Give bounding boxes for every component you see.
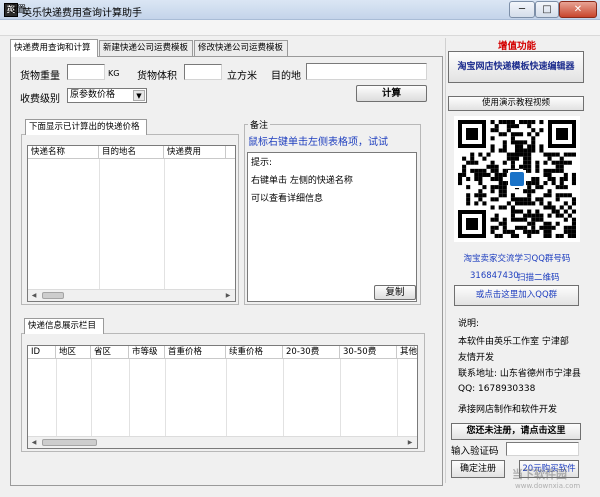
service-text: 承接网店制作和软件开发 bbox=[458, 405, 558, 415]
about-title: 说明: bbox=[458, 319, 480, 329]
watermark-text: 当下软件园 bbox=[512, 468, 567, 481]
about-line: 本软件由英乐工作室 宁津部 bbox=[458, 337, 569, 347]
results-grid-header: 快递名称 目的地名 快递费用 bbox=[28, 146, 235, 159]
note-line: 可以查看详细信息 bbox=[251, 194, 324, 204]
qq-group-number: 316847430 bbox=[470, 271, 519, 281]
menu-settings[interactable]: 设置 bbox=[8, 2, 26, 15]
tab-edit-template[interactable]: 修改快递公司运费模板 bbox=[194, 40, 288, 57]
column-header[interactable]: ID bbox=[28, 346, 56, 359]
info-grid-header: ID 地区 省区 市等级 首重价格 续重价格 20-30费 30-50费 其他 bbox=[28, 346, 417, 359]
contact-qq: QQ: 1678930338 bbox=[458, 384, 536, 394]
qq-group-label: 淘宝卖家交流学习QQ群号码 bbox=[463, 254, 571, 264]
volume-unit: 立方米 bbox=[227, 71, 257, 82]
scroll-thumb[interactable] bbox=[42, 292, 64, 299]
menu-bar bbox=[0, 20, 600, 36]
destination-input[interactable] bbox=[306, 63, 427, 80]
column-header[interactable]: 市等级 bbox=[129, 346, 165, 359]
fee-level-label: 收费级别 bbox=[20, 94, 60, 105]
info-grid[interactable]: ID 地区 省区 市等级 首重价格 续重价格 20-30费 30-50费 其他 … bbox=[27, 345, 418, 449]
column-header[interactable]: 快递名称 bbox=[28, 146, 99, 159]
contact-address: 联系地址: 山东省德州市宁津县 bbox=[458, 369, 581, 379]
column-header[interactable]: 30-50费 bbox=[340, 346, 397, 359]
scroll-left-icon[interactable]: ◀ bbox=[28, 438, 40, 448]
column-header[interactable]: 目的地名 bbox=[99, 146, 164, 159]
register-notice-button[interactable]: 您还未注册，请点击这里 bbox=[451, 423, 581, 440]
note-line: 提示: bbox=[251, 158, 273, 168]
about-line: 友情开发 bbox=[458, 353, 495, 363]
column-header[interactable]: 首重价格 bbox=[165, 346, 226, 359]
note-hint: 鼠标右键单击左侧表格项，试试 bbox=[248, 137, 388, 148]
scroll-right-icon[interactable]: ▶ bbox=[404, 438, 416, 448]
weight-unit: KG bbox=[108, 69, 120, 78]
watermark-url: www.downxia.com bbox=[515, 482, 581, 490]
calculate-button[interactable]: 计算 bbox=[356, 85, 427, 102]
results-hscrollbar[interactable]: ◀ ▶ bbox=[28, 289, 235, 301]
scroll-left-icon[interactable]: ◀ bbox=[28, 291, 40, 301]
tutorial-video-button[interactable]: 使用演示教程视频 bbox=[448, 96, 584, 111]
qr-code-graphic bbox=[454, 116, 580, 242]
tab-query-calc[interactable]: 快递费用查询和计算 bbox=[10, 39, 98, 57]
maximize-button[interactable]: □ bbox=[535, 1, 559, 18]
results-tab[interactable]: 下面显示已计算出的快递价格 bbox=[25, 119, 147, 135]
qr-code-image bbox=[454, 116, 580, 242]
fee-level-value: 原参数价格 bbox=[70, 90, 116, 100]
destination-label: 目的地 bbox=[271, 71, 301, 82]
window-title: 英乐快递费用查询计算助手 bbox=[22, 8, 142, 19]
results-grid[interactable]: 快递名称 目的地名 快递费用 ◀ ▶ bbox=[27, 145, 236, 302]
info-tab[interactable]: 快递信息展示栏目 bbox=[24, 318, 104, 334]
volume-input[interactable] bbox=[184, 64, 222, 80]
promo-label: 增值功能 bbox=[497, 41, 536, 52]
confirm-register-button[interactable]: 确定注册 bbox=[451, 460, 505, 478]
column-header[interactable]: 其他 bbox=[397, 346, 417, 359]
column-header[interactable]: 20-30费 bbox=[283, 346, 340, 359]
info-hscrollbar[interactable]: ◀ ▶ bbox=[28, 436, 417, 448]
note-title: 备注 bbox=[248, 118, 271, 131]
verify-code-label: 输入验证码 bbox=[451, 446, 499, 457]
scroll-thumb[interactable] bbox=[42, 439, 97, 446]
column-header[interactable]: 快递费用 bbox=[164, 146, 226, 159]
note-line: 右键单击 左侧的快递名称 bbox=[251, 176, 353, 186]
column-header[interactable]: 省区 bbox=[91, 346, 129, 359]
close-button[interactable]: ✕ bbox=[559, 1, 597, 18]
template-editor-button[interactable]: 淘宝网店快递模板快速编辑器 bbox=[448, 51, 584, 83]
chevron-down-icon: ▼ bbox=[133, 90, 145, 101]
tab-new-template[interactable]: 新建快递公司运费模板 bbox=[99, 40, 193, 57]
column-header[interactable]: 地区 bbox=[56, 346, 91, 359]
fee-level-select[interactable]: 原参数价格 ▼ bbox=[67, 88, 147, 103]
verify-code-input[interactable] bbox=[506, 442, 579, 456]
weight-label: 货物重量 bbox=[20, 71, 60, 82]
volume-label: 货物体积 bbox=[137, 71, 177, 82]
note-textarea[interactable]: 提示: 右键单击 左侧的快递名称 可以查看详细信息 bbox=[247, 152, 417, 302]
weight-input[interactable] bbox=[67, 64, 105, 80]
scroll-right-icon[interactable]: ▶ bbox=[222, 291, 234, 301]
copy-button[interactable]: 复制 bbox=[374, 285, 416, 300]
minimize-button[interactable]: ─ bbox=[509, 1, 535, 18]
scan-qr-label: 扫描二维码 bbox=[517, 273, 560, 283]
join-qq-group-button[interactable]: 或点击这里加入QQ群 bbox=[454, 285, 579, 306]
column-header[interactable]: 续重价格 bbox=[226, 346, 283, 359]
divider bbox=[445, 38, 446, 483]
